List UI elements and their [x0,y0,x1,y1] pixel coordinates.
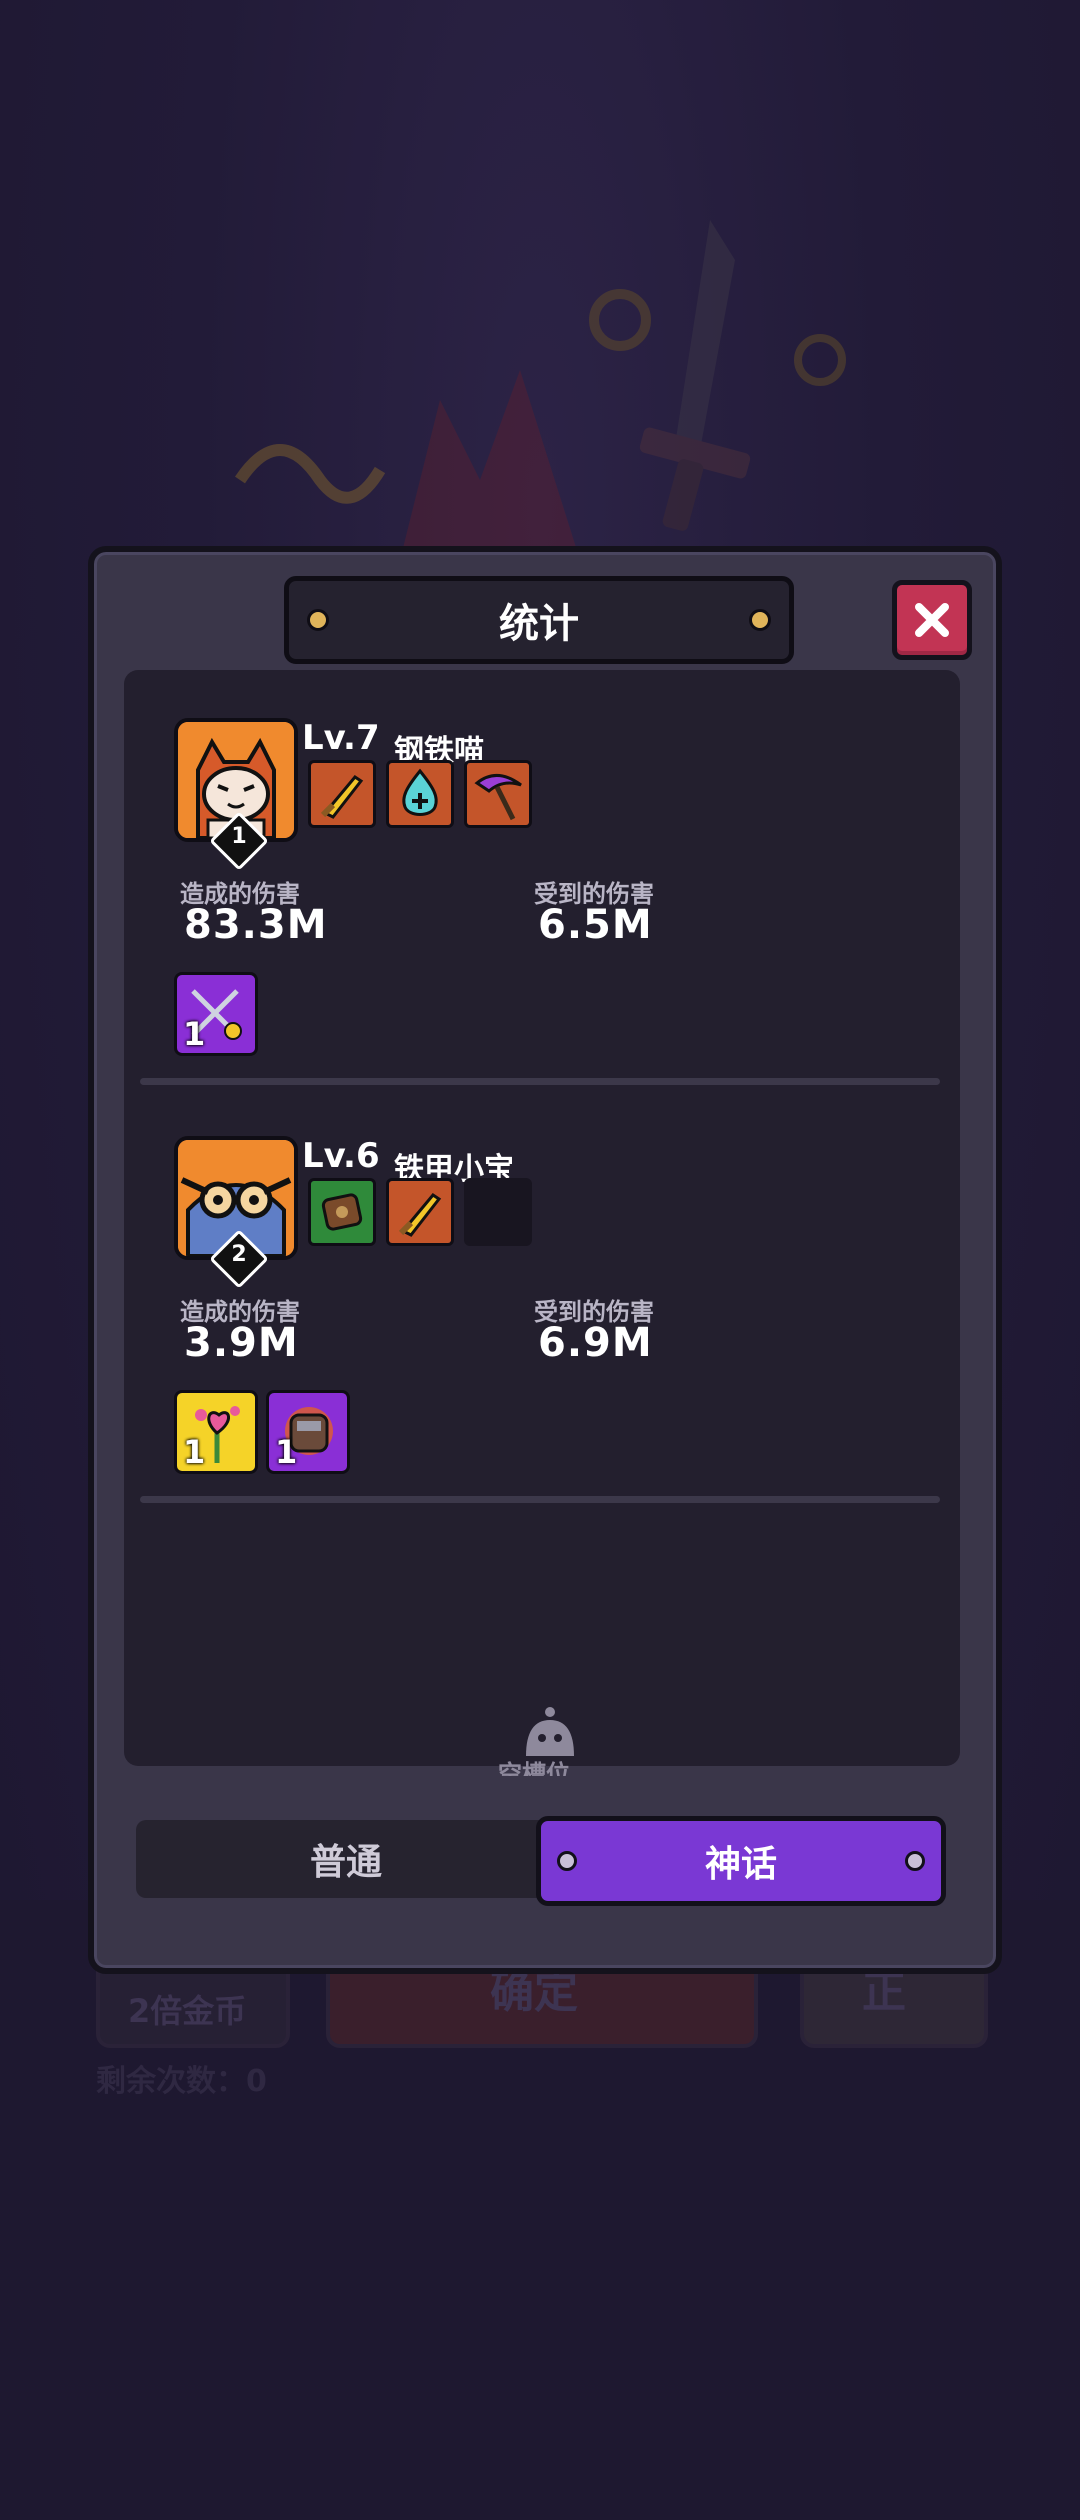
title-dot-left [307,609,329,631]
purple-scythe-icon[interactable] [464,760,532,828]
empty-equipment-slot[interactable] [464,1178,532,1246]
tab-myth[interactable]: 神话 [536,1816,946,1906]
robot-helmet-icon [526,1707,574,1756]
rarity-tab-bar: 普通 神话 [124,1816,960,1906]
damage-dealt-value: 83.3M [184,902,328,948]
hero-level: Lv.7 [302,718,380,758]
golden-sword-icon[interactable] [386,1178,454,1246]
damage-taken-value: 6.5M [538,902,653,948]
hero-level: Lv.6 [302,1136,380,1176]
tab-myth-label: 神话 [704,1844,777,1885]
modal-title: 统计 [499,601,579,647]
background-flame-icon [400,370,580,560]
damage-taken-value: 6.9M [538,1320,653,1366]
double-coins-label: 2倍金币 [128,1992,247,2030]
relic-count: 1 [275,1433,298,1471]
stats-list[interactable]: 1 Lv.7 钢铁喵 造成的伤害 83.3M 受到的伤害 6.5M 1 2 Lv… [124,670,960,1776]
loading-text: 空槽位 [498,1760,570,1776]
remaining-count: 剩余次数：0 [96,2064,267,2099]
damage-dealt-value: 3.9M [184,1320,299,1366]
relic-count: 1 [183,1015,206,1053]
close-icon [915,603,949,637]
tab-dot-right [905,1851,925,1871]
golden-sword-icon[interactable] [308,760,376,828]
divider [140,1078,940,1085]
modal-title-bar: 统计 [284,576,794,664]
stats-modal: 统计 1 Lv.7 钢铁喵 造成的伤害 83.3M 受到的伤害 6.5M 1 2… [88,546,1002,1974]
green-shield-icon[interactable] [308,1178,376,1246]
relic-flower-heart[interactable]: 1 [174,1390,258,1474]
relic-armor-glove[interactable]: 1 [266,1390,350,1474]
title-dot-right [749,609,771,631]
divider [140,1496,940,1503]
water-heal-icon[interactable] [386,760,454,828]
tab-normal[interactable]: 普通 [136,1820,556,1898]
close-button[interactable] [892,580,972,660]
tab-dot-left [557,1851,577,1871]
tab-normal-label: 普通 [309,1842,382,1883]
rank-number: 2 [231,1242,247,1267]
rank-number: 1 [231,824,247,849]
background-swirl-icon [235,444,386,504]
relic-count: 1 [183,1433,206,1471]
hero-card: 2 Lv.6 铁甲小宝 造成的伤害 3.9M 受到的伤害 6.9M 1 1 [124,1136,960,1516]
background-sword-icon [589,220,846,531]
relic-crossed-swords[interactable]: 1 [174,972,258,1056]
hero-card: 1 Lv.7 钢铁喵 造成的伤害 83.3M 受到的伤害 6.5M 1 [124,718,960,1098]
